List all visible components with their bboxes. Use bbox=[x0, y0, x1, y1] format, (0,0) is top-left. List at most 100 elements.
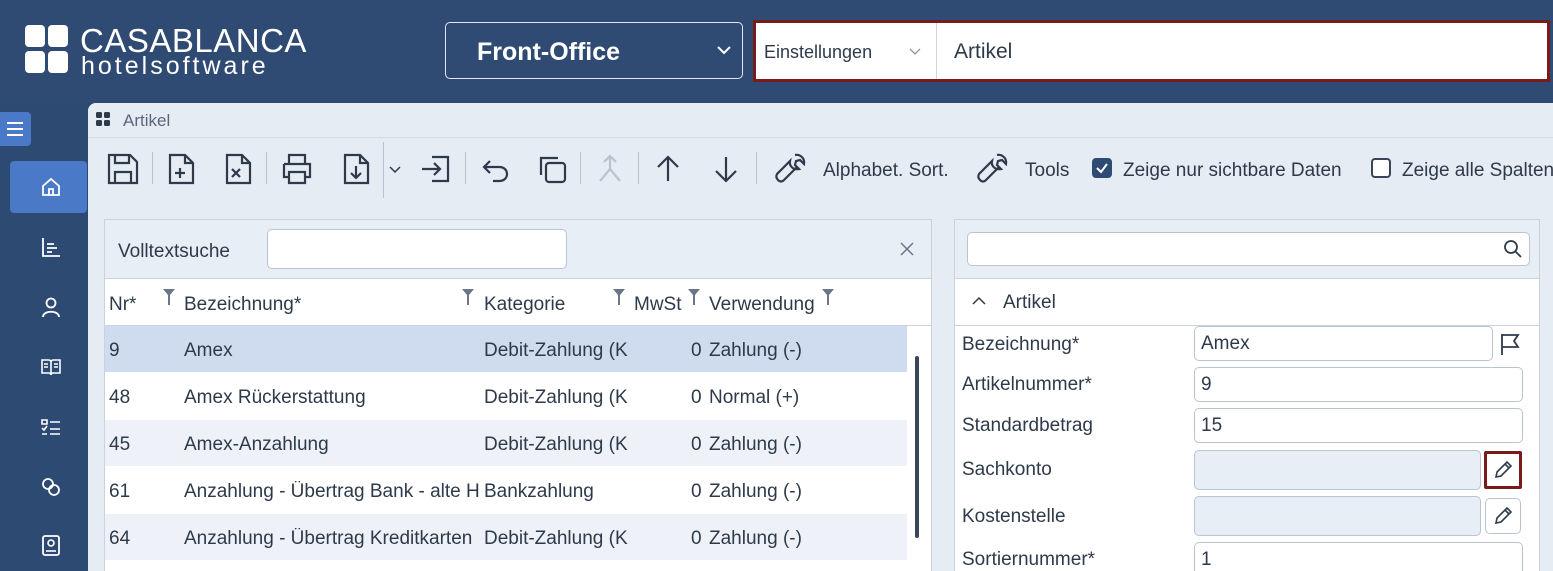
window-title: Artikel bbox=[123, 111, 171, 130]
cell-mwst: 0 bbox=[691, 481, 702, 502]
menu-toggle-button[interactable] bbox=[0, 112, 31, 146]
delete-button[interactable] bbox=[220, 151, 256, 187]
global-search-input[interactable]: Artikel bbox=[954, 40, 1012, 64]
brand-subtitle: hotelsoftware bbox=[81, 52, 269, 80]
flag-icon[interactable] bbox=[1499, 332, 1521, 356]
search-category-select[interactable]: Einstellungen bbox=[756, 23, 937, 79]
pencil-icon bbox=[1494, 506, 1513, 525]
table-row[interactable]: 48 Amex Rückerstattung Debit-Zahlung (K … bbox=[105, 373, 907, 419]
alpha-sort-label[interactable]: Alphabet. Sort. bbox=[823, 160, 949, 182]
edit-kostenstelle-button[interactable] bbox=[1485, 498, 1521, 534]
visible-only-label[interactable]: Zeige nur sichtbare Daten bbox=[1123, 160, 1342, 182]
module-select-value: Front-Office bbox=[477, 38, 621, 66]
column-header-nr[interactable]: Nr* bbox=[109, 294, 136, 316]
table-row[interactable]: 64 Anzahlung - Übertrag Kreditkarten Deb… bbox=[105, 514, 907, 560]
table-row[interactable]: 61 Anzahlung - Übertrag Bank - alte H Ba… bbox=[105, 467, 907, 513]
cell-mwst: 0 bbox=[691, 340, 702, 361]
article-list-panel: Volltextsuche Nr* Bezeichnung* Kategorie… bbox=[104, 219, 932, 571]
home-icon bbox=[42, 177, 60, 196]
arrow-down-icon bbox=[715, 157, 737, 183]
field-input-kostenstelle[interactable] bbox=[1194, 496, 1481, 536]
sidebar-item-reports[interactable] bbox=[10, 221, 87, 273]
chevron-down-icon bbox=[717, 46, 731, 55]
detail-search-input[interactable] bbox=[967, 232, 1530, 266]
window-titlebar: Artikel bbox=[88, 103, 1553, 138]
alpha-sort-button[interactable] bbox=[773, 151, 809, 187]
list-scrollbar[interactable] bbox=[915, 356, 919, 538]
import-button[interactable] bbox=[418, 151, 454, 187]
print-button[interactable] bbox=[279, 151, 315, 187]
cell-kategorie: Debit-Zahlung (K bbox=[484, 528, 628, 549]
fulltext-search-input[interactable] bbox=[267, 229, 567, 269]
close-icon[interactable] bbox=[898, 240, 916, 258]
filter-icon[interactable] bbox=[688, 289, 700, 305]
tools-label[interactable]: Tools bbox=[1025, 160, 1069, 182]
move-down-button[interactable] bbox=[708, 151, 744, 187]
cell-nr: 9 bbox=[109, 340, 120, 361]
top-bar: CASABLANCA hotelsoftware Front-Office Ei… bbox=[0, 0, 1553, 103]
cell-bezeichnung: Amex Rückerstattung bbox=[184, 387, 366, 408]
sidebar-item-tasks[interactable] bbox=[10, 401, 87, 453]
field-input-bezeichnung[interactable]: Amex bbox=[1194, 326, 1493, 361]
field-label-bezeichnung: Bezeichnung* bbox=[962, 334, 1080, 355]
copy-icon bbox=[539, 156, 567, 184]
file-add-icon bbox=[168, 153, 195, 185]
module-select[interactable]: Front-Office bbox=[445, 22, 743, 79]
contact-card-icon bbox=[42, 535, 60, 556]
cell-bezeichnung: Anzahlung - Übertrag Bank - alte H bbox=[184, 481, 480, 502]
cell-nr: 45 bbox=[109, 434, 131, 455]
book-icon bbox=[41, 359, 61, 376]
keys-icon bbox=[42, 478, 60, 496]
sidebar-item-home[interactable] bbox=[10, 161, 87, 213]
table-row[interactable]: 9 Amex Debit-Zahlung (K 0 Zahlung (-) bbox=[105, 326, 907, 372]
column-header-kategorie[interactable]: Kategorie bbox=[484, 294, 565, 316]
cell-mwst: 0 bbox=[691, 434, 702, 455]
save-button[interactable] bbox=[105, 151, 141, 187]
cell-nr: 64 bbox=[109, 528, 131, 549]
sidebar-item-guests[interactable] bbox=[10, 281, 87, 333]
sidebar-item-housekeeping[interactable] bbox=[10, 461, 87, 513]
cell-nr: 61 bbox=[109, 481, 131, 502]
column-header-verwendung[interactable]: Verwendung bbox=[709, 294, 815, 316]
cell-kategorie: Debit-Zahlung (K bbox=[484, 434, 628, 455]
filter-icon[interactable] bbox=[613, 289, 625, 305]
field-input-standardbetrag[interactable]: 15 bbox=[1194, 408, 1523, 443]
user-icon bbox=[42, 297, 60, 318]
edit-sachkonto-button[interactable] bbox=[1484, 451, 1522, 489]
field-label-sortiernummer: Sortiernummer* bbox=[962, 549, 1096, 570]
sidebar-item-reservations[interactable] bbox=[10, 341, 87, 393]
tools-button[interactable] bbox=[975, 151, 1011, 187]
all-columns-label[interactable]: Zeige alle Spalten bbox=[1402, 160, 1553, 182]
sidebar-item-contacts[interactable] bbox=[10, 519, 87, 571]
table-row[interactable]: 45 Amex-Anzahlung Debit-Zahlung (K 0 Zah… bbox=[105, 420, 907, 466]
fulltext-search-row: Volltextsuche bbox=[105, 220, 931, 279]
field-label-sachkonto: Sachkonto bbox=[962, 459, 1052, 480]
move-up-button[interactable] bbox=[650, 151, 686, 187]
export-dropdown[interactable] bbox=[387, 151, 403, 187]
filter-icon[interactable] bbox=[822, 289, 834, 305]
field-input-sachkonto[interactable] bbox=[1194, 450, 1481, 490]
merge-button[interactable] bbox=[592, 151, 628, 187]
column-header-mwst[interactable]: MwSt bbox=[634, 294, 682, 316]
cell-verwendung: Normal (+) bbox=[709, 387, 800, 408]
global-search[interactable]: Einstellungen Artikel bbox=[753, 20, 1550, 82]
copy-button[interactable] bbox=[534, 151, 570, 187]
all-columns-checkbox[interactable] bbox=[1371, 158, 1391, 178]
export-button[interactable] bbox=[338, 151, 374, 187]
new-button[interactable] bbox=[163, 151, 199, 187]
section-title: Artikel bbox=[1003, 292, 1056, 313]
artikel-window: Artikel Alphabet. Sort. Tools Zeige nur … bbox=[88, 103, 1553, 571]
cell-verwendung: Zahlung (-) bbox=[709, 481, 802, 502]
arrow-up-icon bbox=[657, 155, 679, 181]
field-input-artikelnummer[interactable]: 9 bbox=[1194, 367, 1523, 402]
filter-icon[interactable] bbox=[462, 289, 474, 305]
search-icon[interactable] bbox=[1503, 239, 1523, 259]
cell-mwst: 0 bbox=[691, 387, 702, 408]
section-header-artikel[interactable]: Artikel bbox=[955, 278, 1539, 326]
undo-button[interactable] bbox=[477, 151, 513, 187]
visible-only-checkbox[interactable] bbox=[1092, 158, 1112, 178]
column-header-bezeichnung[interactable]: Bezeichnung* bbox=[184, 294, 301, 316]
filter-icon[interactable] bbox=[163, 289, 175, 305]
field-input-sortiernummer[interactable]: 1 bbox=[1194, 542, 1523, 571]
cell-bezeichnung: Anzahlung - Übertrag Kreditkarten bbox=[184, 528, 473, 549]
